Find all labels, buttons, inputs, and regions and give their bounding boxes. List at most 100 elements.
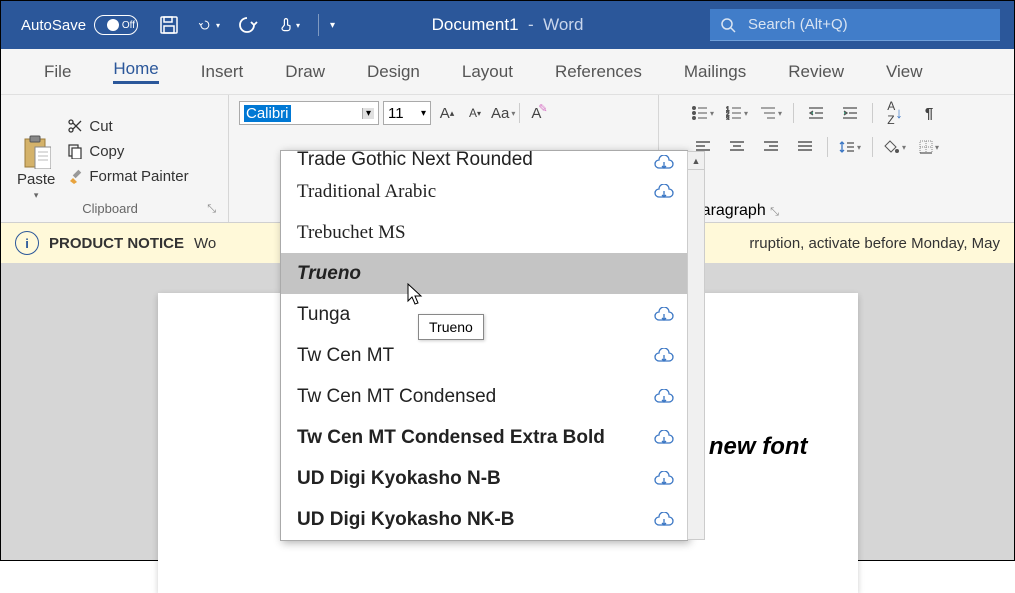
change-case-button[interactable]: Aa▾ [491, 101, 515, 125]
dialog-launcher-icon[interactable]: ⤡ [770, 206, 779, 218]
font-name-combo[interactable]: Calibri ▾ [239, 101, 379, 125]
qat-overflow-icon[interactable]: ▾ [318, 14, 340, 36]
app-name: Word [543, 15, 583, 34]
tab-draw[interactable]: Draw [264, 49, 346, 94]
autosave-toggle[interactable]: AutoSave Off [21, 15, 138, 35]
tab-file[interactable]: File [23, 49, 92, 94]
scroll-up-button[interactable]: ▲ [688, 152, 704, 170]
cloud-download-icon[interactable] [653, 430, 675, 446]
font-option-label: Tw Cen MT Condensed Extra Bold [297, 427, 605, 449]
align-center-button[interactable] [725, 135, 749, 159]
font-option-label: Trebuchet MS [297, 222, 406, 244]
font-option[interactable]: Traditional Arabic [281, 171, 687, 212]
quick-access-toolbar: ▾ ▾ ▾ [158, 14, 340, 36]
decrease-indent-button[interactable] [804, 101, 828, 125]
chevron-down-icon[interactable]: ▾ [362, 108, 374, 119]
font-option-label: UD Digi Kyokasho N-B [297, 468, 501, 490]
copy-icon [67, 143, 83, 159]
tab-view[interactable]: View [865, 49, 944, 94]
cut-label: Cut [89, 118, 112, 135]
borders-button[interactable]: ▾ [917, 135, 941, 159]
chevron-down-icon[interactable]: ▾ [421, 108, 426, 119]
save-icon[interactable] [158, 14, 180, 36]
font-size-combo[interactable]: 11 ▾ [383, 101, 431, 125]
bullets-button[interactable]: ▾ [691, 101, 715, 125]
font-option-label: Trueno [297, 263, 361, 285]
undo-icon[interactable]: ▾ [198, 14, 220, 36]
multilevel-list-button[interactable]: ▾ [759, 101, 783, 125]
notice-title: PRODUCT NOTICE [49, 235, 184, 252]
font-option[interactable]: Trueno [281, 253, 687, 294]
tab-design[interactable]: Design [346, 49, 441, 94]
numbering-button[interactable]: 123▾ [725, 101, 749, 125]
tab-insert[interactable]: Insert [180, 49, 265, 94]
show-marks-button[interactable]: ¶ [917, 101, 941, 125]
document-title: Document1 - Word [432, 15, 584, 35]
redo-icon[interactable] [238, 14, 260, 36]
increase-indent-button[interactable] [838, 101, 862, 125]
title-separator: - [523, 15, 543, 34]
tab-layout[interactable]: Layout [441, 49, 534, 94]
doc-name: Document1 [432, 15, 519, 34]
font-option[interactable]: UD Digi Kyokasho N-B [281, 458, 687, 499]
notice-text-right: rruption, activate before Monday, May [749, 235, 1000, 252]
mouse-cursor-icon [407, 283, 425, 307]
scissors-icon [67, 118, 83, 134]
tab-home[interactable]: Home [92, 49, 179, 94]
align-right-button[interactable] [759, 135, 783, 159]
dialog-launcher-icon[interactable]: ⤡ [207, 203, 216, 216]
tab-references[interactable]: References [534, 49, 663, 94]
font-option[interactable]: Tunga [281, 294, 687, 335]
clipboard-group: Paste ▾ Cut Copy Format Painter Clipbo [1, 95, 229, 222]
search-box[interactable]: Search (Alt+Q) [710, 9, 1000, 41]
cloud-download-icon[interactable] [653, 307, 675, 323]
cloud-download-icon[interactable] [653, 348, 675, 364]
font-option[interactable]: Trade Gothic Next Rounded [281, 151, 687, 171]
paste-button[interactable]: Paste ▾ [11, 101, 61, 201]
cloud-download-icon[interactable] [653, 184, 675, 200]
clear-formatting-button[interactable]: A✎ [524, 101, 548, 125]
font-option-label: Tw Cen MT Condensed [297, 386, 496, 408]
paste-label: Paste [17, 171, 55, 188]
tooltip: Trueno [418, 314, 484, 340]
font-name-value: Calibri [244, 105, 291, 122]
font-option-label: Tunga [297, 304, 350, 326]
search-icon [720, 17, 736, 33]
font-option[interactable]: Tw Cen MT Condensed Extra Bold [281, 417, 687, 458]
justify-button[interactable] [793, 135, 817, 159]
svg-text:3: 3 [726, 117, 730, 120]
font-option[interactable]: Tw Cen MT Condensed [281, 376, 687, 417]
toggle-switch[interactable]: Off [94, 15, 138, 35]
title-bar: AutoSave Off ▾ ▾ ▾ Document1 - Word Se [1, 1, 1014, 49]
font-option[interactable]: UD Digi Kyokasho NK-B [281, 499, 687, 540]
shrink-font-button[interactable]: A▾ [463, 101, 487, 125]
font-dropdown[interactable]: ▲ Trade Gothic Next RoundedTraditional A… [280, 150, 688, 541]
cloud-download-icon[interactable] [653, 389, 675, 405]
grow-font-button[interactable]: A▴ [435, 101, 459, 125]
font-option[interactable]: Tw Cen MT [281, 335, 687, 376]
line-spacing-button[interactable]: ▾ [838, 135, 862, 159]
paintbrush-icon [67, 168, 83, 184]
format-painter-button[interactable]: Format Painter [67, 168, 188, 185]
sort-button[interactable]: AZ↓ [883, 101, 907, 125]
cloud-download-icon[interactable] [653, 155, 675, 171]
tab-review[interactable]: Review [767, 49, 865, 94]
font-option[interactable]: Trebuchet MS [281, 212, 687, 253]
shading-button[interactable]: ▾ [883, 135, 907, 159]
chevron-down-icon: ▾ [34, 190, 39, 201]
font-option-label: UD Digi Kyokasho NK-B [297, 509, 514, 531]
cloud-download-icon[interactable] [653, 512, 675, 528]
clipboard-icon [21, 135, 51, 169]
tab-mailings[interactable]: Mailings [663, 49, 767, 94]
notice-text-left: Wo [194, 235, 216, 252]
copy-label: Copy [89, 143, 124, 160]
info-icon: i [15, 231, 39, 255]
ribbon-tabs: FileHomeInsertDrawDesignLayoutReferences… [1, 49, 1014, 95]
scrollbar[interactable]: ▲ [687, 151, 705, 540]
copy-button[interactable]: Copy [67, 143, 188, 160]
font-option-label: Trade Gothic Next Rounded [297, 151, 533, 171]
touch-mode-icon[interactable]: ▾ [278, 14, 300, 36]
cloud-download-icon[interactable] [653, 471, 675, 487]
search-placeholder: Search (Alt+Q) [748, 16, 848, 33]
cut-button[interactable]: Cut [67, 118, 188, 135]
